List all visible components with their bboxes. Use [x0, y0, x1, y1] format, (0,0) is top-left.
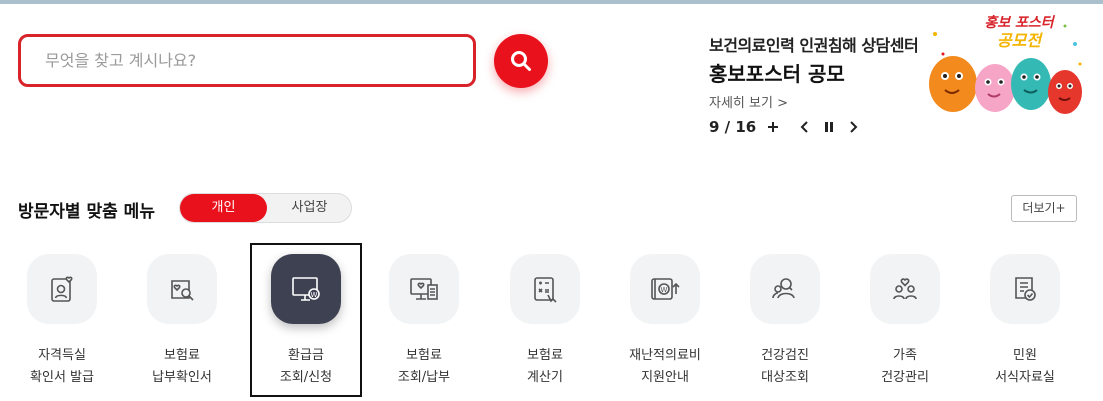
people-search-icon [772, 278, 795, 299]
banner-title[interactable]: 홍보포스터 공모 [709, 58, 845, 87]
menu-item-icon-bg [510, 254, 580, 324]
poster-line1: 홍보 포스터 [984, 15, 1054, 31]
menu-item-label: 보험료 납부확인서 [122, 345, 242, 389]
menu-item-civil-forms[interactable]: 민원 서식자료실 [965, 254, 1085, 389]
menu-item-qualification-certificate[interactable]: 자격득실 확인서 발급 [2, 254, 122, 389]
visitor-type-toggle: 개인 사업장 [179, 193, 352, 223]
family-icon [893, 278, 917, 300]
menu-item-icon-bg: W [630, 254, 700, 324]
tab-business[interactable]: 사업장 [267, 194, 352, 222]
menu-item-label: 가족 건강관리 [845, 345, 965, 389]
menu-item-icon-bg [750, 254, 820, 324]
menu-item-label: 재난적의료비 지원안내 [605, 345, 725, 389]
menu-item-payment-certificate[interactable]: 보험료 납부확인서 [122, 254, 242, 389]
banner-pause-button[interactable] [822, 118, 836, 136]
pause-icon [825, 122, 834, 132]
menu-item-label-line1: 자격득실 [38, 348, 86, 363]
poster-heading: 홍보 포스터 공모전 [970, 14, 1068, 50]
banner-add-button[interactable] [766, 118, 780, 136]
menu-item-icon-bg [389, 254, 459, 324]
menu-item-label-line2: 건강관리 [881, 370, 929, 385]
menu-item-label-line2: 확인서 발급 [30, 370, 94, 385]
plus-icon [768, 122, 779, 132]
menu-item-premium-payment[interactable]: 보험료 조회/납부 [364, 254, 484, 389]
search-box[interactable] [18, 34, 476, 87]
top-border [0, 0, 1103, 4]
tab-personal[interactable]: 개인 [180, 194, 267, 222]
search-icon [511, 51, 531, 71]
chevron-left-icon [800, 121, 808, 133]
menu-item-icon-bg [870, 254, 940, 324]
menu-item-icon-bg [27, 254, 97, 324]
more-button[interactable]: 더보기+ [1011, 195, 1077, 222]
search-button[interactable] [494, 34, 548, 88]
menu-item-health-checkup-target[interactable]: 건강검진 대상조회 [725, 254, 845, 389]
svg-text:W: W [661, 286, 668, 294]
poster-line2: 공모전 [996, 31, 1042, 50]
banner-counter: 9 / 16 [709, 118, 757, 136]
menu-item-label: 건강검진 대상조회 [725, 345, 845, 389]
section-title: 방문자별 맞춤 메뉴 [18, 202, 155, 222]
menu-item-label-line2: 납부확인서 [152, 370, 212, 385]
menu-item-label-line1: 건강검진 [761, 348, 809, 363]
menu-item-label-line1: 재난적의료비 [629, 348, 701, 363]
menu-item-family-health[interactable]: 가족 건강관리 [845, 254, 965, 389]
monitor-receipt-icon [410, 278, 438, 300]
menu-item-icon-bg [990, 254, 1060, 324]
banner-subtitle: 보건의료인력 인권침해 상담센터 [709, 36, 919, 55]
menu-item-label: 보험료 계산기 [485, 345, 605, 389]
menu-item-label-line1: 보험료 [406, 348, 442, 363]
menu-item-label: 민원 서식자료실 [965, 345, 1085, 389]
menu-item-label-line2: 서식자료실 [995, 370, 1055, 385]
focus-outline [250, 243, 362, 397]
menu-item-label-line2: 계산기 [527, 370, 563, 385]
search-input[interactable] [45, 51, 473, 70]
id-card-icon [51, 276, 73, 302]
menu-item-label-line1: 보험료 [527, 348, 563, 363]
menu-item-premium-calculator[interactable]: 보험료 계산기 [485, 254, 605, 389]
menu-item-label-line2: 지원안내 [641, 370, 689, 385]
banner-more-link[interactable]: 자세히 보기 > [709, 92, 788, 111]
won-card-icon: W [651, 278, 680, 300]
menu-item-disaster-medical-support[interactable]: W 재난적의료비 지원안내 [605, 254, 725, 389]
chevron-right-icon [850, 121, 858, 133]
calculator-icon [534, 277, 557, 303]
menu-item-label-line1: 가족 [893, 348, 917, 363]
banner-controls: 9 / 16 [709, 118, 860, 136]
menu-item-icon-bg [147, 254, 217, 324]
form-check-icon [1015, 277, 1036, 301]
menu-item-label-line2: 대상조회 [761, 370, 809, 385]
menu-item-label: 자격득실 확인서 발급 [2, 345, 122, 389]
document-search-icon [171, 280, 194, 301]
menu-item-label: 보험료 조회/납부 [364, 345, 484, 389]
banner-next-button[interactable] [846, 118, 860, 136]
menu-item-label-line1: 보험료 [164, 348, 200, 363]
banner-prev-button[interactable] [798, 118, 812, 136]
menu-item-label-line2: 조회/납부 [397, 370, 451, 385]
menu-item-label-line1: 민원 [1013, 348, 1037, 363]
